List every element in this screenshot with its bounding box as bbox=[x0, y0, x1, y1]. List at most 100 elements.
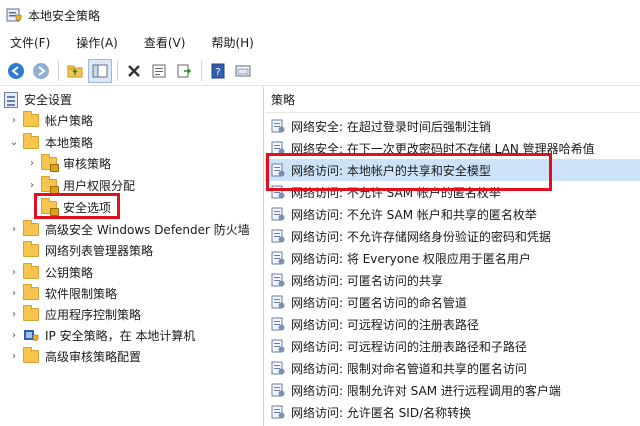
tree-item-label: 本地策略 bbox=[45, 136, 94, 150]
policy-row[interactable]: 网络访问: 可匿名访问的共享 bbox=[265, 269, 640, 291]
policy-folder-icon bbox=[41, 154, 59, 172]
security-settings-icon bbox=[4, 91, 18, 108]
column-header-policy[interactable]: 策略 bbox=[265, 87, 640, 113]
chevron-right-icon[interactable]: › bbox=[8, 330, 20, 342]
tree-item-ip-security[interactable]: › IP 安全策略，在 本地计算机 bbox=[8, 325, 195, 346]
chevron-down-icon[interactable]: ⌄ bbox=[8, 137, 20, 149]
policy-label: 网络访问: 不允许 SAM 帐户的匿名枚举 bbox=[291, 185, 501, 200]
policy-row-selected[interactable]: 网络访问: 本地帐户的共享和安全模型 bbox=[265, 159, 640, 181]
policy-list-pane: 策略 网络安全: 在超过登录时间后强制注销 网络安全: 在下一次更改密码时不存储… bbox=[265, 87, 640, 426]
tree-item-user-rights[interactable]: › 用户权限分配 bbox=[26, 175, 135, 196]
tree-item-label: 公钥策略 bbox=[45, 266, 94, 280]
tree-item-label: IP 安全策略，在 本地计算机 bbox=[45, 329, 196, 343]
console-view-icon[interactable] bbox=[231, 59, 255, 83]
chevron-right-icon[interactable]: › bbox=[8, 288, 20, 300]
chevron-right-icon[interactable]: › bbox=[26, 158, 38, 170]
tree-item-label: 应用程序控制策略 bbox=[45, 308, 142, 322]
tree-item-label: 高级审核策略配置 bbox=[45, 350, 142, 364]
policy-row[interactable]: 网络访问: 允许匿名 SID/名称转换 bbox=[265, 401, 640, 423]
tree-item-label: 安全选项 bbox=[63, 201, 112, 215]
tree-item-label: 软件限制策略 bbox=[45, 287, 118, 301]
policy-label: 网络访问: 限制对命名管道和共享的匿名访问 bbox=[291, 361, 527, 376]
policy-row[interactable]: 网络访问: 限制允许对 SAM 进行远程调用的客户端 bbox=[265, 379, 640, 401]
chevron-right-icon[interactable]: › bbox=[8, 115, 20, 127]
policy-setting-icon bbox=[271, 361, 285, 375]
tree-item-label: 高级安全 Windows Defender 防火墙 bbox=[45, 223, 250, 237]
policy-setting-icon bbox=[271, 295, 285, 309]
toolbar-separator bbox=[201, 60, 202, 81]
chevron-right-icon[interactable]: › bbox=[26, 180, 38, 192]
policy-row[interactable]: 网络安全: 在超过登录时间后强制注销 bbox=[265, 115, 640, 137]
folder-icon bbox=[23, 220, 39, 236]
export-list-icon[interactable] bbox=[172, 59, 196, 83]
ip-security-icon bbox=[23, 328, 39, 343]
tree-item-security-options[interactable]: 安全选项 bbox=[41, 197, 111, 218]
menu-view[interactable]: 查看(V) bbox=[138, 32, 192, 54]
policy-row[interactable]: 网络访问: 不允许 SAM 帐户和共享的匿名枚举 bbox=[265, 203, 640, 225]
policy-label: 网络访问: 允许匿名 SID/名称转换 bbox=[291, 405, 472, 420]
policy-setting-icon bbox=[271, 383, 285, 397]
tree-item-defender-firewall[interactable]: › 高级安全 Windows Defender 防火墙 bbox=[8, 219, 250, 240]
forward-arrow-icon[interactable] bbox=[29, 59, 53, 83]
policy-label: 网络访问: 可匿名访问的命名管道 bbox=[291, 295, 467, 310]
policy-label: 网络访问: 不允许 SAM 帐户和共享的匿名枚举 bbox=[291, 207, 537, 222]
menu-bar: 文件(F) 操作(A) 查看(V) 帮助(H) bbox=[0, 30, 640, 56]
tree-item-software-restriction[interactable]: › 软件限制策略 bbox=[8, 283, 117, 304]
menu-action[interactable]: 操作(A) bbox=[70, 32, 124, 54]
policy-row[interactable]: 网络访问: 将 Everyone 权限应用于匿名用户 bbox=[265, 247, 640, 269]
policy-label: 网络访问: 可远程访问的注册表路径 bbox=[291, 317, 479, 332]
policy-folder-icon bbox=[41, 176, 59, 194]
back-arrow-icon[interactable] bbox=[4, 59, 28, 83]
policy-setting-icon bbox=[271, 251, 285, 265]
menu-help[interactable]: 帮助(H) bbox=[205, 32, 259, 54]
chevron-right-icon[interactable]: › bbox=[8, 351, 20, 363]
tree-item-account-policies[interactable]: › 帐户策略 bbox=[8, 110, 93, 131]
menu-file[interactable]: 文件(F) bbox=[4, 32, 56, 54]
chevron-right-icon[interactable]: › bbox=[8, 224, 20, 236]
toolbar-separator bbox=[117, 60, 118, 81]
tree-item-label: 安全设置 bbox=[24, 93, 73, 107]
policy-setting-icon bbox=[271, 317, 285, 331]
tree-item-local-policies[interactable]: ⌄ 本地策略 bbox=[8, 132, 93, 153]
policy-setting-icon bbox=[271, 185, 285, 199]
up-folder-icon[interactable] bbox=[63, 59, 87, 83]
chevron-right-icon[interactable]: › bbox=[8, 267, 20, 279]
policy-row[interactable]: 网络访问: 可远程访问的注册表路径和子路径 bbox=[265, 335, 640, 357]
svg-text:?: ? bbox=[215, 67, 220, 78]
policy-label: 网络访问: 可匿名访问的共享 bbox=[291, 273, 443, 288]
tree-item-app-control[interactable]: › 应用程序控制策略 bbox=[8, 304, 141, 325]
show-hide-tree-icon[interactable] bbox=[88, 58, 112, 83]
policy-setting-icon bbox=[271, 229, 285, 243]
delete-icon[interactable] bbox=[122, 59, 146, 83]
policy-setting-icon bbox=[271, 163, 285, 177]
policy-row[interactable]: 网络访问: 可远程访问的注册表路径 bbox=[265, 313, 640, 335]
policy-label: 网络安全: 在下一次更改密码时不存储 LAN 管理器哈希值 bbox=[291, 141, 595, 156]
chevron-right-icon[interactable]: › bbox=[8, 309, 20, 321]
policy-setting-icon bbox=[271, 273, 285, 287]
policy-setting-icon bbox=[271, 141, 285, 155]
tree-item-security-settings[interactable]: 安全设置 bbox=[4, 89, 72, 110]
policy-row[interactable]: 网络安全: 在下一次更改密码时不存储 LAN 管理器哈希值 bbox=[265, 137, 640, 159]
title-bar: 本地安全策略 bbox=[0, 0, 640, 30]
folder-icon bbox=[23, 305, 39, 321]
policy-label: 网络访问: 限制允许对 SAM 进行远程调用的客户端 bbox=[291, 383, 561, 398]
policy-folder-icon bbox=[41, 198, 59, 216]
tree-item-network-list-manager[interactable]: 网络列表管理器策略 bbox=[23, 240, 153, 261]
policy-label: 网络访问: 不允许存储网络身份验证的密码和凭据 bbox=[291, 229, 551, 244]
tree-item-label: 帐户策略 bbox=[45, 114, 94, 128]
tree-item-public-key[interactable]: › 公钥策略 bbox=[8, 262, 93, 283]
properties-icon[interactable] bbox=[147, 59, 171, 83]
tree-item-advanced-audit[interactable]: › 高级审核策略配置 bbox=[8, 346, 141, 367]
help-icon[interactable]: ? bbox=[206, 59, 230, 83]
policy-row[interactable]: 网络访问: 不允许存储网络身份验证的密码和凭据 bbox=[265, 225, 640, 247]
policy-row[interactable]: 网络访问: 限制对命名管道和共享的匿名访问 bbox=[265, 357, 640, 379]
tree-item-audit-policy[interactable]: › 审核策略 bbox=[26, 153, 111, 174]
policy-row[interactable]: 网络访问: 可匿名访问的命名管道 bbox=[265, 291, 640, 313]
window-title: 本地安全策略 bbox=[28, 8, 101, 23]
tree-item-label: 审核策略 bbox=[63, 157, 112, 171]
toolbar: ? bbox=[0, 56, 640, 86]
toolbar-separator bbox=[58, 60, 59, 81]
local-security-policy-app-icon bbox=[6, 7, 22, 23]
policy-row[interactable]: 网络访问: 不允许 SAM 帐户的匿名枚举 bbox=[265, 181, 640, 203]
folder-icon bbox=[23, 347, 39, 363]
